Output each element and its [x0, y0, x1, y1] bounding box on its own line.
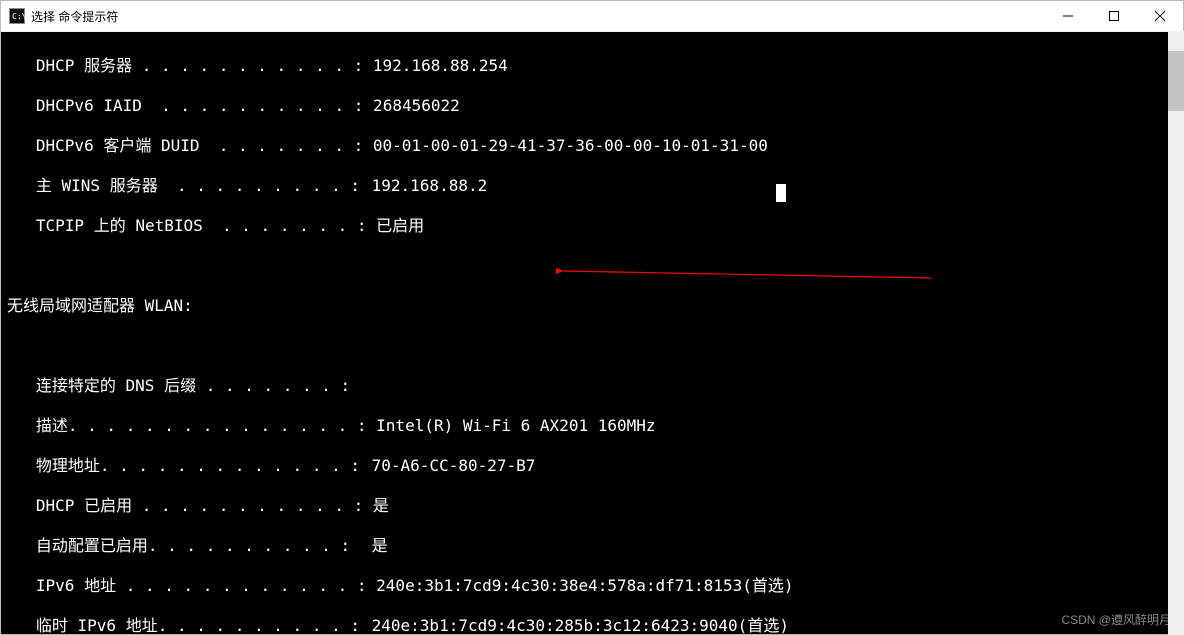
netbios-value: 已启用	[367, 216, 425, 236]
wins-server-label: 主 WINS 服务器 . . . . . . . . . :	[7, 176, 362, 196]
svg-text:C:\: C:\	[12, 12, 25, 21]
watermark: CSDN @遵风醉明月	[1061, 610, 1171, 630]
ipv6-address-value: 240e:3b1:7cd9:4c30:38e4:578a:df71:8153(首…	[367, 576, 794, 596]
temp-ipv6-label: 临时 IPv6 地址. . . . . . . . . . :	[7, 616, 362, 634]
dhcp-enabled-value: 是	[363, 496, 389, 516]
close-button[interactable]	[1137, 1, 1183, 31]
dhcpv6-duid-value: 00-01-00-01-29-41-37-36-00-00-10-01-31-0…	[363, 136, 768, 156]
physical-address-label: 物理地址. . . . . . . . . . . . . :	[7, 456, 362, 476]
description-label: 描述. . . . . . . . . . . . . . . :	[7, 416, 367, 436]
dhcpv6-iaid-label: DHCPv6 IAID . . . . . . . . . . :	[7, 96, 363, 116]
scrollbar-track[interactable]	[1168, 31, 1184, 635]
dhcp-enabled-label: DHCP 已启用 . . . . . . . . . . . :	[7, 496, 363, 516]
netbios-label: TCPIP 上的 NetBIOS . . . . . . . :	[7, 216, 367, 236]
physical-address-value: 70-A6-CC-80-27-B7	[362, 456, 535, 476]
wins-server-value: 192.168.88.2	[362, 176, 487, 196]
dhcp-server-label: DHCP 服务器 . . . . . . . . . . . :	[7, 56, 363, 76]
dhcp-server-value: 192.168.88.254	[363, 56, 508, 76]
text-cursor	[776, 184, 786, 202]
maximize-button[interactable]	[1091, 1, 1137, 31]
minimize-button[interactable]	[1045, 1, 1091, 31]
titlebar[interactable]: C:\ 选择 命令提示符	[1, 1, 1183, 32]
temp-ipv6-value: 240e:3b1:7cd9:4c30:285b:3c12:6423:9040(首…	[362, 616, 789, 634]
dhcpv6-duid-label: DHCPv6 客户端 DUID . . . . . . . :	[7, 136, 363, 156]
wlan-section-header: 无线局域网适配器 WLAN:	[7, 296, 1177, 316]
ipv6-address-label: IPv6 地址 . . . . . . . . . . . . :	[7, 576, 367, 596]
command-prompt-window: C:\ 选择 命令提示符 DHCP 服务器 . . . . . . . . . …	[0, 0, 1184, 635]
window-title: 选择 命令提示符	[31, 8, 118, 25]
terminal-output[interactable]: DHCP 服务器 . . . . . . . . . . . : 192.168…	[1, 32, 1183, 634]
cmd-icon: C:\	[9, 8, 25, 24]
dns-suffix-label: 连接特定的 DNS 后缀 . . . . . . . :	[7, 376, 362, 396]
dhcpv6-iaid-value: 268456022	[363, 96, 459, 116]
autoconfig-value: 是	[362, 536, 388, 556]
description-value: Intel(R) Wi-Fi 6 AX201 160MHz	[367, 416, 656, 436]
scrollbar-thumb[interactable]	[1168, 51, 1184, 111]
autoconfig-label: 自动配置已启用. . . . . . . . . . :	[7, 536, 362, 556]
